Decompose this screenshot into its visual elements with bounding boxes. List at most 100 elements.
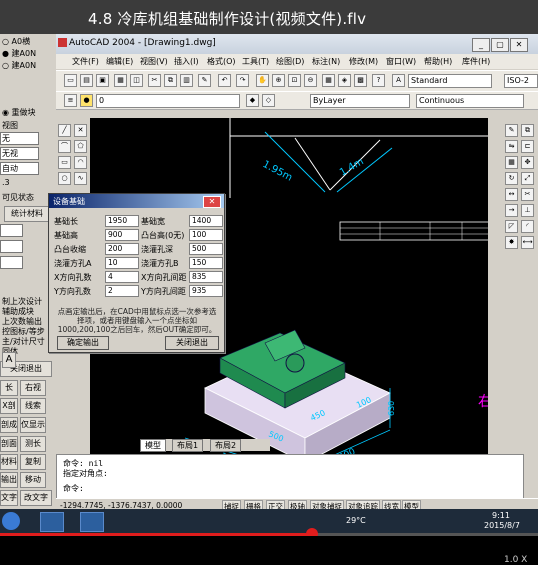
text-style-dropdown[interactable]: Standard [408, 74, 492, 88]
trim-icon[interactable]: ✂ [521, 188, 534, 201]
grid-button-1[interactable]: 长 [0, 380, 18, 396]
input-height[interactable]: 900 [105, 229, 139, 241]
input-width[interactable]: 1400 [189, 215, 223, 227]
grid-button-10[interactable]: 复制 [20, 454, 46, 470]
stretch-icon[interactable]: ↔ [505, 188, 518, 201]
radio-a0[interactable]: ○ A0横 [2, 36, 30, 47]
close-button[interactable]: ✕ [510, 38, 528, 52]
break-icon[interactable]: ⊥ [521, 204, 534, 217]
menu-window[interactable]: 窗口(W) [386, 56, 416, 67]
extend-icon[interactable]: → [505, 204, 518, 217]
color-dropdown[interactable]: ByLayer [310, 94, 410, 108]
input-boss-height[interactable]: 100 [189, 229, 223, 241]
view-select-2[interactable]: 无视 [0, 147, 39, 160]
command-prompt[interactable]: 命令: [63, 483, 84, 494]
menu-library[interactable]: 库件(H) [462, 56, 490, 67]
new-file-icon[interactable]: ▭ [64, 74, 77, 87]
grid-button-8[interactable]: 测长 [20, 436, 46, 452]
linetype-dropdown[interactable]: Continuous [416, 94, 524, 108]
pan-icon[interactable]: ✋ [256, 74, 269, 87]
input-y-spacing[interactable]: 935 [189, 285, 223, 297]
preview-icon[interactable]: ◫ [130, 74, 143, 87]
rotate-icon[interactable]: ↻ [505, 172, 518, 185]
tab-layout1[interactable]: 布局1 [172, 439, 204, 452]
erase-icon[interactable]: ✎ [505, 124, 518, 137]
menu-help[interactable]: 帮助(H) [424, 56, 452, 67]
maximize-button[interactable]: ▢ [491, 38, 509, 52]
offset-icon[interactable]: ⊏ [521, 140, 534, 153]
undo-icon[interactable]: ↶ [218, 74, 231, 87]
input-y-count[interactable]: 2 [105, 285, 139, 297]
menu-file[interactable]: 文件(F) [72, 56, 99, 67]
zoom-previous-icon[interactable]: ⊖ [304, 74, 317, 87]
copy-icon[interactable]: ⧉ [164, 74, 177, 87]
dim-linear-icon[interactable]: ⟷ [521, 236, 534, 249]
layer-manager-icon[interactable]: ≡ [64, 94, 77, 107]
layer-dropdown[interactable]: 0 [96, 94, 240, 108]
rectangle-tool-icon[interactable]: ▭ [58, 156, 71, 169]
grid-button-12[interactable]: 移动 [20, 472, 46, 488]
input-x-count[interactable]: 4 [105, 271, 139, 283]
menu-draw[interactable]: 绘图(D) [276, 56, 304, 67]
input-length[interactable]: 1950 [105, 215, 139, 227]
input-hole-b[interactable]: 150 [189, 257, 223, 269]
layer-bulb-icon[interactable]: ● [80, 94, 93, 107]
input-x-spacing[interactable]: 835 [189, 271, 223, 283]
properties-icon[interactable]: ▦ [322, 74, 335, 87]
line-tool-icon[interactable]: ╱ [58, 124, 71, 137]
auto-select[interactable]: 自动 [0, 162, 39, 175]
zoom-realtime-icon[interactable]: ⊕ [272, 74, 285, 87]
tab-layout2[interactable]: 布局2 [210, 439, 242, 452]
vertical-scrollbar[interactable] [488, 118, 500, 468]
redo-icon[interactable]: ↷ [236, 74, 249, 87]
input-pour-depth[interactable]: 500 [189, 243, 223, 255]
polyline-tool-icon[interactable]: ⌒ [58, 140, 71, 153]
print-icon[interactable]: ▦ [114, 74, 127, 87]
view-select[interactable]: 无 [0, 132, 39, 145]
command-window[interactable]: 命令: nil 指定对角点: 命令: [56, 454, 524, 499]
move-icon[interactable]: ✥ [521, 156, 534, 169]
grid-button-6[interactable]: 仅显示 [20, 417, 46, 433]
grid-button-2[interactable]: 右视 [20, 380, 46, 396]
grid-button-5[interactable]: 剖成 [0, 417, 18, 433]
construction-line-icon[interactable]: ✕ [74, 124, 87, 137]
menu-dimension[interactable]: 标注(N) [312, 56, 340, 67]
dim-style-dropdown[interactable]: ISO-2 [504, 74, 538, 88]
fillet-icon[interactable]: ◜ [521, 220, 534, 233]
menu-tools[interactable]: 工具(T) [242, 56, 269, 67]
menu-modify[interactable]: 修改(M) [349, 56, 378, 67]
open-file-icon[interactable]: ▤ [80, 74, 93, 87]
arc-tool-icon[interactable]: ◠ [74, 156, 87, 169]
zoom-window-icon[interactable]: ⊡ [288, 74, 301, 87]
menu-edit[interactable]: 编辑(E) [106, 56, 133, 67]
mirror-icon[interactable]: ⇋ [505, 140, 518, 153]
cut-icon[interactable]: ✂ [148, 74, 161, 87]
taskbar-app-icon-2[interactable] [80, 512, 104, 532]
a-button[interactable]: A [2, 352, 16, 368]
grid-button-13[interactable]: 文字 [0, 490, 18, 506]
tool-palette-icon[interactable]: ▩ [354, 74, 367, 87]
tab-model[interactable]: 模型 [140, 439, 166, 452]
option-redo-block[interactable]: ◉ 重做块 [2, 107, 36, 118]
grid-button-3[interactable]: X剖 [0, 398, 18, 414]
menu-view[interactable]: 视图(V) [140, 56, 168, 67]
save-icon[interactable]: ▣ [96, 74, 109, 87]
layer-previous-icon[interactable]: ◇ [262, 94, 275, 107]
help-icon[interactable]: ? [372, 74, 385, 87]
dialog-close-icon[interactable]: ✕ [203, 196, 221, 208]
input-hole-a[interactable]: 10 [105, 257, 139, 269]
menu-insert[interactable]: 插入(I) [174, 56, 199, 67]
start-icon[interactable] [2, 512, 20, 530]
make-current-icon[interactable]: ◆ [246, 94, 259, 107]
grid-button-9[interactable]: 材料 [0, 454, 18, 470]
polygon-tool-icon[interactable]: ⬠ [74, 140, 87, 153]
chamfer-icon[interactable]: ◸ [505, 220, 518, 233]
taskbar-app-icon-1[interactable] [40, 512, 64, 532]
scale-icon[interactable]: ⤢ [521, 172, 534, 185]
grid-button-11[interactable]: 输出 [0, 472, 18, 488]
radio-a0n[interactable]: ● 建A0N [2, 48, 36, 59]
minimize-button[interactable]: _ [472, 38, 490, 52]
blank-field-3[interactable] [0, 256, 23, 269]
explode-icon[interactable]: ✸ [505, 236, 518, 249]
grid-button-4[interactable]: 线索 [20, 398, 46, 414]
